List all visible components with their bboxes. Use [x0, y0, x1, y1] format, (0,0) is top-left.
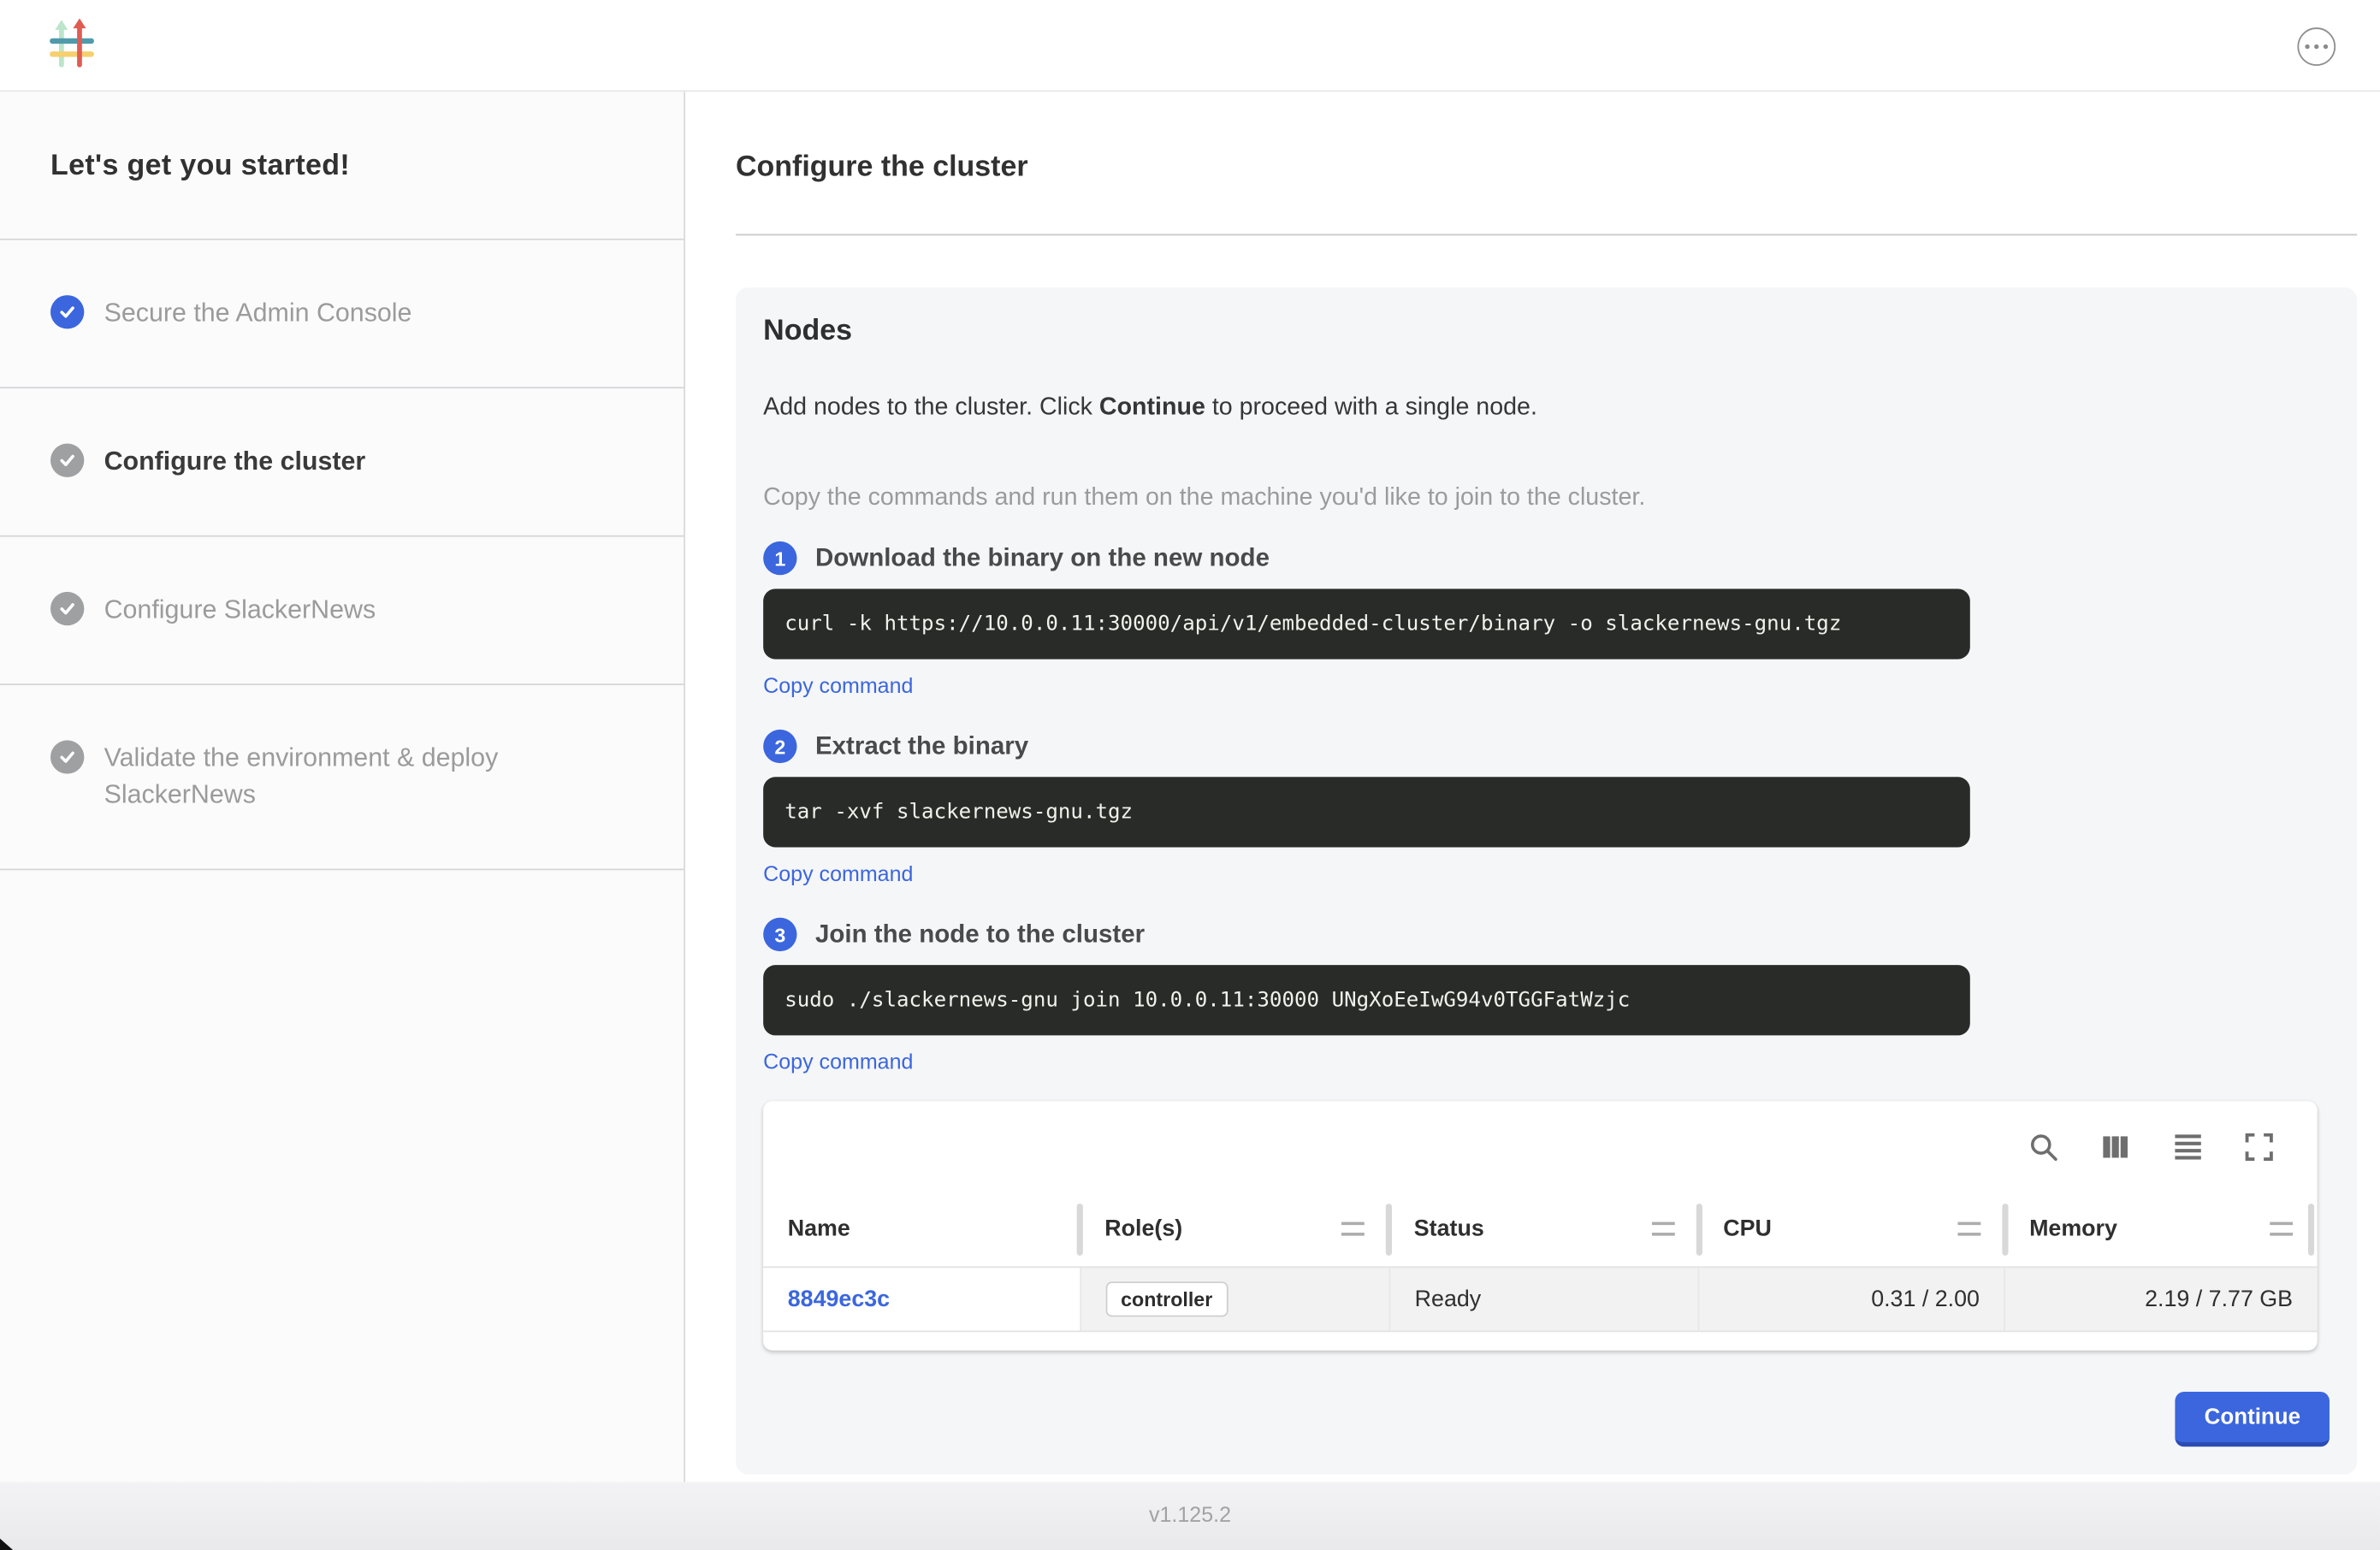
show-columns-button[interactable] — [2100, 1132, 2131, 1162]
step-2-title: Extract the binary — [815, 732, 1028, 761]
step-1-title: Download the binary on the new node — [815, 544, 1270, 573]
column-drag-handle-icon[interactable] — [1342, 1222, 1365, 1236]
table-row: 8849ec3c controller Ready 0.31 / 2.00 2.… — [763, 1266, 2318, 1330]
step-2: 2 Extract the binary tar -xvf slackernew… — [763, 728, 2330, 889]
mouse-cursor — [0, 1539, 14, 1550]
column-header-memory[interactable]: Memory — [2004, 1193, 2317, 1267]
step-1: 1 Download the binary on the new node cu… — [763, 540, 2330, 701]
table-toolbar — [763, 1101, 2318, 1192]
column-resize-handle[interactable] — [1696, 1204, 1702, 1256]
step-1-number-badge: 1 — [763, 541, 796, 575]
column-header-cpu[interactable]: CPU — [1699, 1193, 2005, 1267]
sidebar-item-secure-admin-console: Secure the Admin Console — [0, 239, 684, 387]
density-icon — [2173, 1133, 2202, 1161]
sidebar-item-label: Configure the cluster — [104, 443, 366, 480]
role-chip: controller — [1105, 1281, 1228, 1316]
fullscreen-icon — [2246, 1133, 2273, 1161]
nodes-heading: Nodes — [763, 315, 2330, 348]
step-1-command-code-block: curl -k https://10.0.0.11:30000/api/v1/e… — [763, 589, 1970, 659]
node-roles-cell: controller — [1080, 1266, 1389, 1330]
slackernews-logo-icon — [49, 18, 95, 70]
ellipsis-icon — [2305, 44, 2310, 49]
step-2-copy-command-link[interactable]: Copy command — [763, 861, 913, 886]
step-3: 3 Join the node to the cluster sudo ./sl… — [763, 916, 2330, 1077]
setup-steps-sidebar: Let's get you started! Secure the Admin … — [0, 92, 685, 1482]
fullscreen-button[interactable] — [2244, 1132, 2275, 1162]
main-content: Configure the cluster Nodes Add nodes to… — [685, 92, 2380, 1482]
overflow-menu-button[interactable] — [2297, 27, 2336, 66]
table-header-row: Name Role(s) Status — [763, 1193, 2318, 1267]
step-2-number-badge: 2 — [763, 730, 796, 763]
column-resize-handle[interactable] — [2002, 1204, 2008, 1256]
node-cpu-cell: 0.31 / 2.00 — [1699, 1266, 2005, 1330]
top-bar — [0, 0, 2380, 92]
nodes-card: Nodes Add nodes to the cluster. Click Co… — [736, 287, 2357, 1474]
title-divider — [736, 234, 2357, 236]
step-3-command-code-block: sudo ./slackernews-gnu join 10.0.0.11:30… — [763, 965, 1970, 1035]
continue-button[interactable]: Continue — [2176, 1391, 2330, 1446]
search-button[interactable] — [2028, 1132, 2059, 1162]
node-name-link[interactable]: 8849ec3c — [788, 1286, 890, 1311]
nodes-intro: Add nodes to the cluster. Click Continue… — [763, 394, 2330, 422]
node-name-cell: 8849ec3c — [763, 1266, 1080, 1330]
columns-icon — [2102, 1133, 2129, 1161]
column-resize-handle[interactable] — [1077, 1204, 1083, 1256]
sidebar-item-label: Validate the environment & deploy Slacke… — [104, 740, 642, 813]
check-circle-icon — [50, 740, 84, 773]
node-memory-cell: 2.19 / 7.77 GB — [2004, 1266, 2317, 1330]
sidebar-item-label: Secure the Admin Console — [104, 295, 412, 332]
search-icon — [2029, 1133, 2058, 1162]
version-text: v1.125.2 — [1149, 1502, 1231, 1527]
column-drag-handle-icon[interactable] — [1651, 1222, 1674, 1236]
step-3-copy-command-link[interactable]: Copy command — [763, 1049, 913, 1074]
nodes-table: Name Role(s) Status — [763, 1193, 2318, 1332]
column-drag-handle-icon[interactable] — [1957, 1222, 1980, 1236]
node-status-cell: Ready — [1389, 1266, 1698, 1330]
column-drag-handle-icon[interactable] — [2270, 1222, 2293, 1236]
footer: v1.125.2 — [0, 1482, 2380, 1550]
sidebar-heading: Let's get you started! — [0, 92, 684, 239]
density-toggle-button[interactable] — [2172, 1132, 2203, 1162]
step-3-title: Join the node to the cluster — [815, 920, 1145, 949]
sidebar-item-label: Configure SlackerNews — [104, 592, 376, 629]
page-title: Configure the cluster — [685, 92, 2380, 185]
column-header-status[interactable]: Status — [1389, 1193, 1698, 1267]
step-2-command-code-block: tar -xvf slackernews-gnu.tgz — [763, 777, 1970, 847]
sidebar-item-configure-cluster: Configure the cluster — [0, 387, 684, 535]
check-circle-icon — [50, 592, 84, 625]
sidebar-item-configure-slackernews: Configure SlackerNews — [0, 535, 684, 683]
column-resize-handle[interactable] — [2308, 1204, 2314, 1256]
column-header-roles[interactable]: Role(s) — [1080, 1193, 1389, 1267]
column-resize-handle[interactable] — [1387, 1204, 1393, 1256]
step-1-copy-command-link[interactable]: Copy command — [763, 673, 913, 698]
check-circle-icon — [50, 443, 84, 476]
sidebar-item-validate-deploy: Validate the environment & deploy Slacke… — [0, 683, 684, 870]
copy-instruction: Copy the commands and run them on the ma… — [763, 485, 2330, 512]
step-3-number-badge: 3 — [763, 918, 796, 951]
nodes-table-panel: Name Role(s) Status — [763, 1101, 2318, 1350]
admin-console-page: Let's get you started! Secure the Admin … — [0, 0, 2380, 1550]
check-circle-icon — [50, 295, 84, 328]
column-header-name[interactable]: Name — [763, 1193, 1080, 1267]
